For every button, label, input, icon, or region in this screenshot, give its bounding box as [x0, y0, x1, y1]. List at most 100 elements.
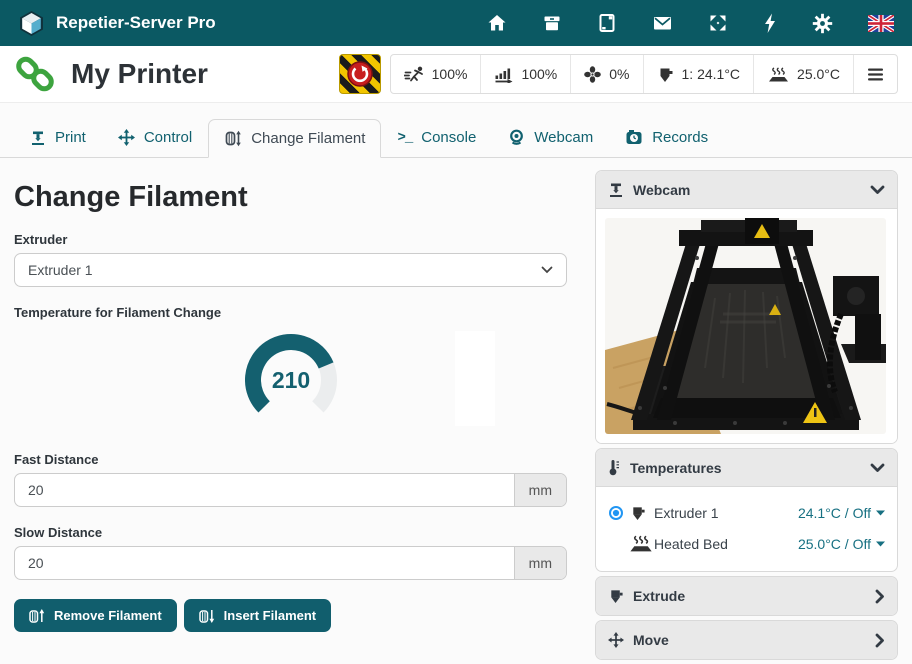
webcam-panel-title: Webcam — [633, 182, 690, 198]
brand-title: Repetier-Server Pro — [56, 13, 216, 33]
repetier-logo-icon — [18, 10, 45, 37]
temperatures-panel-title: Temperatures — [630, 460, 722, 476]
printer-header: My Printer 100% — [0, 46, 912, 103]
chevron-right-icon — [875, 633, 885, 648]
fan-status[interactable]: 0% — [570, 55, 642, 93]
speed-icon — [404, 66, 424, 83]
hamburger-menu-icon — [867, 67, 884, 82]
chevron-down-icon — [870, 185, 885, 195]
extruder-icon — [657, 66, 674, 83]
tab-console[interactable]: >_ Console — [381, 118, 492, 157]
tab-change-filament[interactable]: Change Filament — [208, 119, 381, 158]
extruder-select-value: Extruder 1 — [28, 262, 93, 278]
tab-webcam[interactable]: Webcam — [492, 118, 609, 157]
nav-fullscreen-link[interactable] — [708, 13, 728, 33]
change-filament-panel: Change Filament Extruder Extruder 1 Temp… — [14, 158, 567, 632]
thermometer-icon — [608, 459, 621, 476]
brand[interactable]: Repetier-Server Pro — [18, 10, 216, 37]
flow-icon — [494, 66, 513, 83]
radio-selected-icon[interactable] — [608, 505, 624, 521]
heated-bed-icon — [767, 66, 789, 83]
caret-down-icon — [876, 510, 885, 516]
webcam-panel: Webcam — [595, 170, 898, 444]
bed-temp-dropdown[interactable]: 25.0°C / Off — [798, 536, 885, 552]
slow-distance-label: Slow Distance — [14, 525, 567, 540]
extruder-icon — [630, 505, 646, 521]
home-icon — [487, 13, 507, 33]
insert-filament-label: Insert Filament — [224, 608, 316, 623]
fast-distance-unit: mm — [514, 474, 566, 506]
extrude-panel-header[interactable]: Extrude — [596, 577, 897, 615]
temperature-value: 210 — [271, 367, 309, 393]
printer-menu-button[interactable] — [853, 55, 897, 93]
records-icon — [625, 129, 643, 146]
slow-distance-group: mm — [14, 546, 567, 580]
extruder-temp-value: 1: 24.1°C — [682, 66, 741, 82]
page-title: Change Filament — [14, 181, 567, 214]
heated-bed-icon — [627, 534, 654, 553]
tab-print-label: Print — [55, 129, 86, 146]
nav-power-link[interactable] — [763, 13, 777, 34]
flow-status[interactable]: 100% — [480, 55, 570, 93]
sidebar: Webcam — [595, 170, 898, 664]
emergency-stop-button[interactable] — [339, 54, 381, 94]
printer-tabbar: Print Control Change Filament — [0, 103, 912, 158]
extruder-icon — [608, 588, 624, 604]
move-panel: Move — [595, 620, 898, 660]
mail-icon — [652, 13, 673, 33]
temperature-input-area — [455, 331, 495, 426]
language-flag-icon — [868, 15, 894, 32]
fan-value: 0% — [609, 66, 629, 82]
fast-distance-label: Fast Distance — [14, 452, 567, 467]
chevron-down-icon — [870, 463, 885, 473]
webcam-panel-header[interactable]: Webcam — [596, 171, 897, 209]
nav-archive-link[interactable] — [542, 13, 562, 33]
extruder-temp-dropdown[interactable]: 24.1°C / Off — [798, 505, 885, 521]
temperature-knob[interactable]: 210 — [241, 328, 341, 428]
extruder-temp-row: Extruder 1 24.1°C / Off — [608, 497, 885, 528]
webcam-body — [596, 209, 897, 443]
temperatures-panel-header[interactable]: Temperatures — [596, 449, 897, 487]
extrude-panel: Extrude — [595, 576, 898, 616]
nav-settings-link[interactable] — [812, 13, 833, 34]
bed-temp-row: Heated Bed 25.0°C / Off — [608, 528, 885, 559]
move-panel-header[interactable]: Move — [596, 621, 897, 659]
extruder-label: Extruder — [14, 232, 567, 247]
bed-status[interactable]: 25.0°C — [753, 55, 853, 93]
printer-icon — [608, 182, 624, 198]
console-icon: >_ — [397, 130, 412, 146]
filament-icon — [224, 130, 242, 147]
control-move-icon — [118, 129, 135, 146]
slow-distance-unit: mm — [514, 547, 566, 579]
temperatures-panel: Temperatures — [595, 448, 898, 572]
slow-distance-input[interactable] — [15, 547, 514, 579]
fast-distance-input[interactable] — [15, 474, 514, 506]
insert-filament-button[interactable]: Insert Filament — [184, 599, 331, 632]
bed-temp-value: 25.0°C — [797, 66, 840, 82]
nav-home-link[interactable] — [487, 13, 507, 33]
printer-title: My Printer — [71, 58, 208, 90]
webcam-image — [605, 218, 886, 434]
chevron-down-icon — [541, 266, 553, 274]
remove-filament-button[interactable]: Remove Filament — [14, 599, 177, 632]
navbar-icons — [487, 13, 894, 34]
power-icon — [763, 13, 777, 34]
tab-records[interactable]: Records — [609, 118, 724, 157]
tab-print[interactable]: Print — [14, 118, 102, 157]
nav-manual-link[interactable] — [597, 13, 617, 33]
caret-down-icon — [876, 541, 885, 547]
speed-status[interactable]: 100% — [391, 55, 481, 93]
tab-control[interactable]: Control — [102, 118, 208, 157]
nav-messages-link[interactable] — [652, 13, 673, 33]
speed-value: 100% — [432, 66, 468, 82]
extrude-panel-title: Extrude — [633, 588, 685, 604]
flow-value: 100% — [521, 66, 557, 82]
filament-down-icon — [199, 608, 216, 624]
tab-records-label: Records — [652, 129, 708, 146]
extruder-select[interactable]: Extruder 1 — [14, 253, 567, 287]
manual-icon — [597, 13, 617, 33]
tab-console-label: Console — [421, 129, 476, 146]
nav-language-link[interactable] — [868, 15, 894, 32]
fullscreen-icon — [708, 13, 728, 33]
extruder-status[interactable]: 1: 24.1°C — [643, 55, 754, 93]
